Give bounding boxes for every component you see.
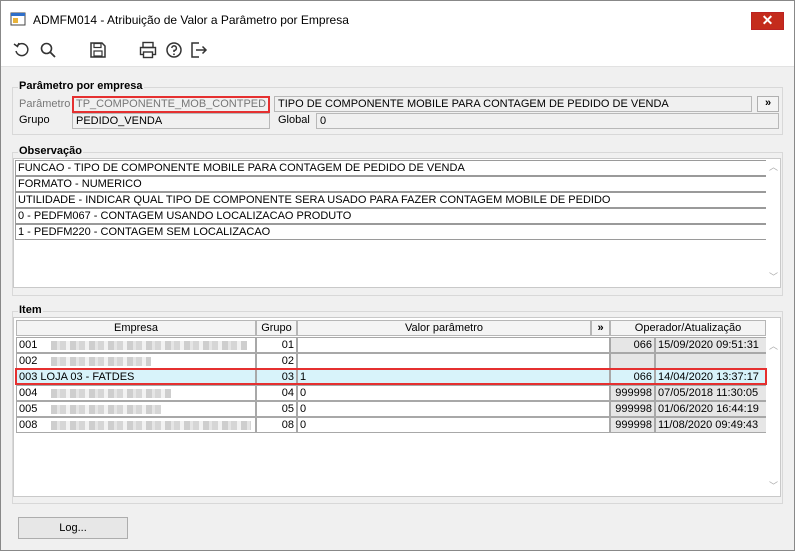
operador-cell <box>610 353 655 369</box>
redacted-name <box>51 357 151 366</box>
atualizacao-cell: 07/05/2018 11:30:05 <box>655 385 768 401</box>
empresa-code: 004 <box>19 387 38 399</box>
app-window: ADMFM014 - Atribuição de Valor a Parâmet… <box>0 0 795 551</box>
redacted-name <box>51 389 171 398</box>
atualizacao-cell <box>655 353 768 369</box>
grupo-cell[interactable]: 08 <box>256 417 297 433</box>
parametro-description: TIPO DE COMPONENTE MOBILE PARA CONTAGEM … <box>274 96 752 112</box>
help-icon[interactable] <box>165 41 183 59</box>
app-icon <box>10 12 26 26</box>
empresa-code: 008 <box>19 419 38 431</box>
empresa-code: 002 <box>19 355 38 367</box>
window-title: ADMFM014 - Atribuição de Valor a Parâmet… <box>33 13 349 27</box>
empresa-code: 003 <box>19 371 38 383</box>
grupo-cell[interactable]: 02 <box>256 353 297 369</box>
table-row[interactable]: 001 01 066 15/09/2020 09:51:31 <box>16 337 768 353</box>
scroll-up-icon[interactable]: ︿ <box>769 342 778 351</box>
observacao-text-area[interactable]: FUNCAO - TIPO DE COMPONENTE MOBILE PARA … <box>13 158 781 288</box>
grupo-cell[interactable]: 04 <box>256 385 297 401</box>
empresa-cell[interactable]: 008 <box>16 417 256 433</box>
operador-cell: 066 <box>610 369 655 385</box>
grupo-cell[interactable]: 01 <box>256 337 297 353</box>
grupo-field: PEDIDO_VENDA <box>72 113 270 129</box>
table-row[interactable]: 002 02 <box>16 353 768 369</box>
valor-cell[interactable]: 0 <box>297 417 610 433</box>
grupo-cell[interactable]: 03 <box>256 369 297 385</box>
observacao-line: UTILIDADE - INDICAR QUAL TIPO DE COMPONE… <box>15 192 767 208</box>
toolbar <box>1 35 794 67</box>
col-header-empresa[interactable]: Empresa <box>16 320 256 336</box>
scroll-down-icon[interactable]: ﹀ <box>769 273 778 282</box>
table-row[interactable]: 008 08 0 999998 11/08/2020 09:49:43 <box>16 417 768 433</box>
redacted-name <box>51 405 161 414</box>
grupo-label: Grupo <box>19 114 50 126</box>
table-row[interactable]: 004 04 0 999998 07/05/2018 11:30:05 <box>16 385 768 401</box>
table-row[interactable]: 005 05 0 999998 01/06/2020 16:44:19 <box>16 401 768 417</box>
valor-cell[interactable] <box>297 337 610 353</box>
save-icon[interactable] <box>89 41 107 59</box>
valor-cell[interactable] <box>297 353 610 369</box>
atualizacao-cell: 01/06/2020 16:44:19 <box>655 401 768 417</box>
observacao-line: FORMATO - NUMERICO <box>15 176 767 192</box>
redacted-name <box>51 421 251 430</box>
print-icon[interactable] <box>139 41 157 59</box>
observacao-line: 1 - PEDFM220 - CONTAGEM SEM LOCALIZACAO <box>15 224 767 240</box>
empresa-cell[interactable]: 002 <box>16 353 256 369</box>
col-header-more-button[interactable]: » <box>591 320 610 336</box>
valor-cell[interactable]: 0 <box>297 385 610 401</box>
item-table: Empresa Grupo Valor parâmetro » Operador… <box>13 317 781 497</box>
observacao-scrollbar[interactable]: ︿ ﹀ <box>766 159 780 287</box>
scroll-down-icon[interactable]: ﹀ <box>769 482 778 491</box>
redacted-name <box>51 341 247 350</box>
param-group-legend: Parâmetro por empresa <box>18 80 144 92</box>
operador-cell: 066 <box>610 337 655 353</box>
atualizacao-cell: 15/09/2020 09:51:31 <box>655 337 768 353</box>
parametro-more-button[interactable]: » <box>757 96 779 112</box>
valor-cell[interactable]: 1 <box>297 369 610 385</box>
empresa-name: LOJA 03 - FATDES <box>40 371 135 383</box>
col-header-operador[interactable]: Operador/Atualização <box>610 320 766 336</box>
global-label: Global <box>278 114 310 126</box>
search-icon[interactable] <box>39 41 57 59</box>
observacao-line: FUNCAO - TIPO DE COMPONENTE MOBILE PARA … <box>15 160 767 176</box>
exit-icon[interactable] <box>190 41 208 59</box>
atualizacao-cell: 14/04/2020 13:37:17 <box>655 369 768 385</box>
operador-cell: 999998 <box>610 417 655 433</box>
item-scrollbar[interactable]: ︿ ﹀ <box>766 318 780 496</box>
item-legend: Item <box>18 304 43 316</box>
empresa-cell[interactable]: 004 <box>16 385 256 401</box>
title-bar: ADMFM014 - Atribuição de Valor a Parâmet… <box>1 1 794 35</box>
valor-cell[interactable]: 0 <box>297 401 610 417</box>
global-field: 0 <box>316 113 779 129</box>
table-row-selected[interactable]: 003 LOJA 03 - FATDES 03 1 066 14/04/2020… <box>16 369 768 385</box>
col-header-valor[interactable]: Valor parâmetro <box>297 320 591 336</box>
observacao-legend: Observação <box>18 145 83 157</box>
col-header-grupo[interactable]: Grupo <box>256 320 297 336</box>
undo-icon[interactable] <box>13 41 31 59</box>
close-button[interactable]: ✕ <box>751 12 784 30</box>
empresa-code: 001 <box>19 339 38 351</box>
log-button[interactable]: Log... <box>18 517 128 539</box>
parametro-input[interactable]: TP_COMPONENTE_MOB_CONTPED <box>72 96 270 113</box>
atualizacao-cell: 11/08/2020 09:49:43 <box>655 417 768 433</box>
grupo-cell[interactable]: 05 <box>256 401 297 417</box>
operador-cell: 999998 <box>610 401 655 417</box>
scroll-up-icon[interactable]: ︿ <box>769 163 778 172</box>
empresa-cell[interactable]: 003 LOJA 03 - FATDES <box>16 369 256 385</box>
empresa-cell[interactable]: 005 <box>16 401 256 417</box>
operador-cell: 999998 <box>610 385 655 401</box>
observacao-line: 0 - PEDFM067 - CONTAGEM USANDO LOCALIZAC… <box>15 208 767 224</box>
empresa-code: 005 <box>19 403 38 415</box>
parametro-label: Parâmetro <box>19 98 71 110</box>
empresa-cell[interactable]: 001 <box>16 337 256 353</box>
